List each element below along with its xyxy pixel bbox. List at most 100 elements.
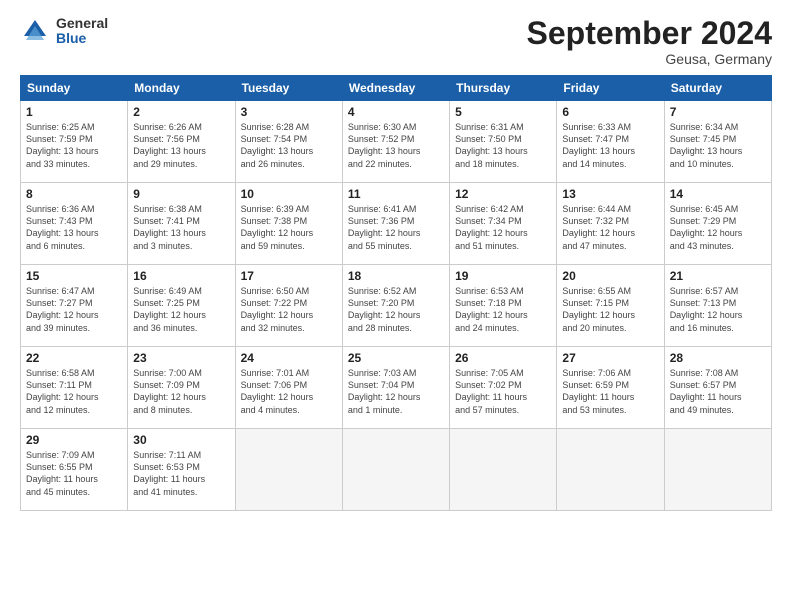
- day-number: 23: [133, 351, 229, 365]
- title-block: September 2024 Geusa, Germany: [527, 16, 772, 67]
- table-row: 20Sunrise: 6:55 AM Sunset: 7:15 PM Dayli…: [557, 265, 664, 347]
- day-info: Sunrise: 6:39 AM Sunset: 7:38 PM Dayligh…: [241, 203, 337, 252]
- day-info: Sunrise: 6:30 AM Sunset: 7:52 PM Dayligh…: [348, 121, 444, 170]
- header-thursday: Thursday: [450, 76, 557, 101]
- day-number: 24: [241, 351, 337, 365]
- table-row: 4 Sunrise: 6:30 AM Sunset: 7:52 PM Daylig…: [342, 101, 449, 183]
- day-info: Sunrise: 6:49 AM Sunset: 7:25 PM Dayligh…: [133, 285, 229, 334]
- table-row: 23Sunrise: 7:00 AM Sunset: 7:09 PM Dayli…: [128, 347, 235, 429]
- day-number: 8: [26, 187, 122, 201]
- location-subtitle: Geusa, Germany: [527, 51, 772, 67]
- day-number: 14: [670, 187, 766, 201]
- day-number: 22: [26, 351, 122, 365]
- day-number: 18: [348, 269, 444, 283]
- table-row: 12 Sunrise: 6:42 AM Sunset: 7:34 PM Dayli…: [450, 183, 557, 265]
- day-info: Sunrise: 6:41 AM Sunset: 7:36 PM Dayligh…: [348, 203, 444, 252]
- table-row: 21 Sunrise: 6:57 AM Sunset: 7:13 PM Dayli…: [664, 265, 771, 347]
- table-row: 13 Sunrise: 6:44 AM Sunset: 7:32 PM Dayli…: [557, 183, 664, 265]
- table-row: [664, 429, 771, 511]
- day-info: Sunrise: 6:31 AM Sunset: 7:50 PM Dayligh…: [455, 121, 551, 170]
- day-number: 1: [26, 105, 122, 119]
- day-number: 13: [562, 187, 658, 201]
- table-row: 15 Sunrise: 6:47 AM Sunset: 7:27 PM Dayli…: [21, 265, 128, 347]
- day-info: Sunrise: 6:53 AM Sunset: 7:18 PM Dayligh…: [455, 285, 551, 334]
- calendar-table: Sunday Monday Tuesday Wednesday Thursday…: [20, 75, 772, 511]
- table-row: 3 Sunrise: 6:28 AM Sunset: 7:54 PM Daylig…: [235, 101, 342, 183]
- day-number: 19: [455, 269, 551, 283]
- header-monday: Monday: [128, 76, 235, 101]
- day-info: Sunrise: 7:03 AM Sunset: 7:04 PM Dayligh…: [348, 367, 444, 416]
- header-saturday: Saturday: [664, 76, 771, 101]
- table-row: 25 Sunrise: 7:03 AM Sunset: 7:04 PM Dayli…: [342, 347, 449, 429]
- day-info: Sunrise: 6:33 AM Sunset: 7:47 PM Dayligh…: [562, 121, 658, 170]
- table-row: 29 Sunrise: 7:09 AM Sunset: 6:55 PM Dayli…: [21, 429, 128, 511]
- table-row: 24 Sunrise: 7:01 AM Sunset: 7:06 PM Dayli…: [235, 347, 342, 429]
- table-row: [557, 429, 664, 511]
- day-info: Sunrise: 6:58 AM Sunset: 7:11 PM Dayligh…: [26, 367, 122, 416]
- day-number: 21: [670, 269, 766, 283]
- day-number: 29: [26, 433, 122, 447]
- table-row: 9 Sunrise: 6:38 AM Sunset: 7:41 PM Daylig…: [128, 183, 235, 265]
- day-info: Sunrise: 6:47 AM Sunset: 7:27 PM Dayligh…: [26, 285, 122, 334]
- header-wednesday: Wednesday: [342, 76, 449, 101]
- day-number: 6: [562, 105, 658, 119]
- day-number: 28: [670, 351, 766, 365]
- page: General Blue September 2024 Geusa, Germa…: [0, 0, 792, 612]
- table-row: 10 Sunrise: 6:39 AM Sunset: 7:38 PM Dayli…: [235, 183, 342, 265]
- table-row: 8 Sunrise: 6:36 AM Sunset: 7:43 PM Daylig…: [21, 183, 128, 265]
- day-info: Sunrise: 7:09 AM Sunset: 6:55 PM Dayligh…: [26, 449, 122, 498]
- table-row: 14 Sunrise: 6:45 AM Sunset: 7:29 PM Dayli…: [664, 183, 771, 265]
- table-row: 27 Sunrise: 7:06 AM Sunset: 6:59 PM Dayli…: [557, 347, 664, 429]
- table-row: [235, 429, 342, 511]
- table-row: 11 Sunrise: 6:41 AM Sunset: 7:36 PM Dayli…: [342, 183, 449, 265]
- day-info: Sunrise: 6:52 AM Sunset: 7:20 PM Dayligh…: [348, 285, 444, 334]
- day-number: 4: [348, 105, 444, 119]
- day-info: Sunrise: 6:55 AM Sunset: 7:15 PM Dayligh…: [562, 285, 658, 334]
- logo: General Blue: [20, 16, 108, 47]
- day-info: Sunrise: 6:34 AM Sunset: 7:45 PM Dayligh…: [670, 121, 766, 170]
- day-number: 26: [455, 351, 551, 365]
- header-sunday: Sunday: [21, 76, 128, 101]
- day-info: Sunrise: 7:11 AM Sunset: 6:53 PM Dayligh…: [133, 449, 229, 498]
- day-info: Sunrise: 6:38 AM Sunset: 7:41 PM Dayligh…: [133, 203, 229, 252]
- day-number: 12: [455, 187, 551, 201]
- day-info: Sunrise: 6:36 AM Sunset: 7:43 PM Dayligh…: [26, 203, 122, 252]
- day-info: Sunrise: 7:05 AM Sunset: 7:02 PM Dayligh…: [455, 367, 551, 416]
- header-tuesday: Tuesday: [235, 76, 342, 101]
- day-info: Sunrise: 6:28 AM Sunset: 7:54 PM Dayligh…: [241, 121, 337, 170]
- day-number: 17: [241, 269, 337, 283]
- logo-icon: [20, 16, 50, 46]
- header: General Blue September 2024 Geusa, Germa…: [20, 16, 772, 67]
- day-number: 9: [133, 187, 229, 201]
- calendar-week-row: 1 Sunrise: 6:25 AM Sunset: 7:59 PM Daylig…: [21, 101, 772, 183]
- day-number: 15: [26, 269, 122, 283]
- table-row: 19 Sunrise: 6:53 AM Sunset: 7:18 PM Dayli…: [450, 265, 557, 347]
- day-info: Sunrise: 6:42 AM Sunset: 7:34 PM Dayligh…: [455, 203, 551, 252]
- table-row: 2Sunrise: 6:26 AM Sunset: 7:56 PM Daylig…: [128, 101, 235, 183]
- table-row: 5Sunrise: 6:31 AM Sunset: 7:50 PM Daylig…: [450, 101, 557, 183]
- table-row: [342, 429, 449, 511]
- day-info: Sunrise: 6:45 AM Sunset: 7:29 PM Dayligh…: [670, 203, 766, 252]
- table-row: 18 Sunrise: 6:52 AM Sunset: 7:20 PM Dayli…: [342, 265, 449, 347]
- day-number: 10: [241, 187, 337, 201]
- table-row: 7 Sunrise: 6:34 AM Sunset: 7:45 PM Daylig…: [664, 101, 771, 183]
- day-number: 7: [670, 105, 766, 119]
- table-row: [450, 429, 557, 511]
- day-number: 11: [348, 187, 444, 201]
- logo-text: General Blue: [56, 16, 108, 47]
- table-row: 28Sunrise: 7:08 AM Sunset: 6:57 PM Dayli…: [664, 347, 771, 429]
- day-info: Sunrise: 7:01 AM Sunset: 7:06 PM Dayligh…: [241, 367, 337, 416]
- day-number: 27: [562, 351, 658, 365]
- table-row: 17 Sunrise: 6:50 AM Sunset: 7:22 PM Dayli…: [235, 265, 342, 347]
- calendar-week-row: 22 Sunrise: 6:58 AM Sunset: 7:11 PM Dayli…: [21, 347, 772, 429]
- day-info: Sunrise: 6:25 AM Sunset: 7:59 PM Dayligh…: [26, 121, 122, 170]
- table-row: 6 Sunrise: 6:33 AM Sunset: 7:47 PM Daylig…: [557, 101, 664, 183]
- day-info: Sunrise: 7:06 AM Sunset: 6:59 PM Dayligh…: [562, 367, 658, 416]
- table-row: 16Sunrise: 6:49 AM Sunset: 7:25 PM Dayli…: [128, 265, 235, 347]
- day-info: Sunrise: 6:50 AM Sunset: 7:22 PM Dayligh…: [241, 285, 337, 334]
- day-number: 25: [348, 351, 444, 365]
- day-info: Sunrise: 6:44 AM Sunset: 7:32 PM Dayligh…: [562, 203, 658, 252]
- day-info: Sunrise: 6:57 AM Sunset: 7:13 PM Dayligh…: [670, 285, 766, 334]
- day-number: 3: [241, 105, 337, 119]
- month-title: September 2024: [527, 16, 772, 51]
